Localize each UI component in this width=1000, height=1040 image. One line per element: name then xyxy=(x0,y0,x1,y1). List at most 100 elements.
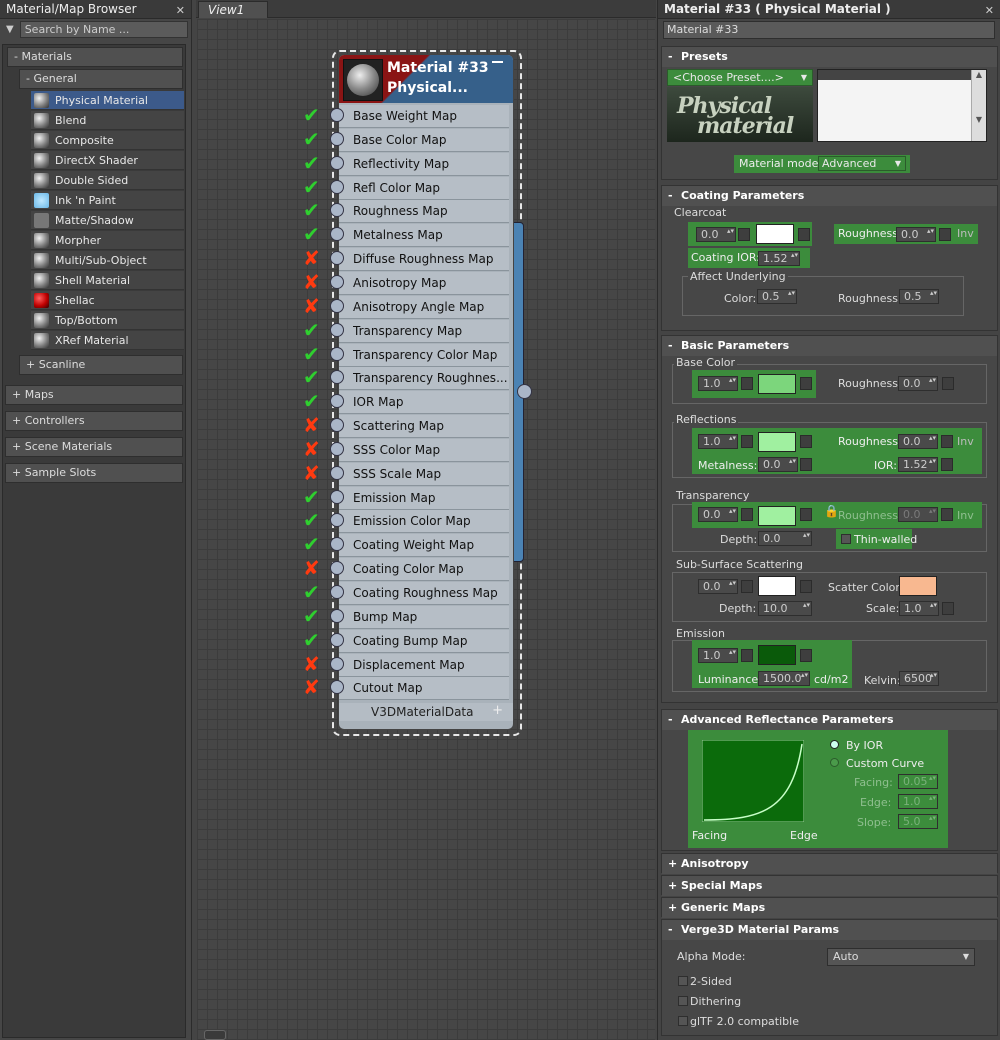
map-button[interactable] xyxy=(941,458,953,471)
material-name-field[interactable]: Material #33 xyxy=(663,21,995,39)
group-materials[interactable]: - Materials xyxy=(7,47,183,67)
refl-inv-toggle[interactable]: Inv xyxy=(957,435,974,448)
input-socket[interactable] xyxy=(330,322,344,337)
input-socket[interactable] xyxy=(330,489,344,504)
node-slot[interactable]: Transparency Roughnes... xyxy=(339,367,509,391)
map-button[interactable] xyxy=(941,435,953,448)
input-socket[interactable] xyxy=(330,274,344,289)
lock-icon[interactable]: 🔒 xyxy=(824,504,839,518)
node-header[interactable]: Material #33 Physical... xyxy=(339,55,513,103)
input-socket[interactable] xyxy=(330,632,344,647)
node-slot[interactable]: IOR Map xyxy=(339,391,509,415)
node-slot[interactable]: Emission Color Map xyxy=(339,510,509,534)
by-ior-radio[interactable] xyxy=(830,740,839,749)
rollout-generic-maps[interactable]: + Generic Maps xyxy=(661,897,998,918)
kelvin-spinner[interactable]: 6500 xyxy=(899,671,939,686)
group-scene-materials[interactable]: + Scene Materials xyxy=(5,437,183,457)
map-button[interactable] xyxy=(798,228,810,241)
sss-depth-spinner[interactable]: 10.0 xyxy=(758,601,812,616)
edge-spinner[interactable]: 1.0 xyxy=(898,794,938,809)
trans-color-swatch[interactable] xyxy=(758,506,796,526)
material-item[interactable]: Composite xyxy=(31,131,184,150)
input-socket[interactable] xyxy=(330,346,344,361)
node-slot[interactable]: Transparency Color Map xyxy=(339,343,509,367)
map-button[interactable] xyxy=(942,602,954,615)
gltf-compatible-checkbox[interactable] xyxy=(678,1016,688,1026)
sss-scale-spinner[interactable]: 1.0 xyxy=(899,601,939,616)
group-controllers[interactable]: + Controllers xyxy=(5,411,183,431)
affect-roughness-spinner[interactable]: 0.5 xyxy=(899,289,939,304)
map-button[interactable] xyxy=(942,377,954,390)
luminance-spinner[interactable]: 1500.0 xyxy=(758,671,810,686)
rollout-header-verge3d[interactable]: - Verge3D Material Params xyxy=(662,920,997,940)
node-slot[interactable]: Metalness Map xyxy=(339,224,509,248)
node-slot[interactable]: Coating Roughness Map xyxy=(339,582,509,605)
node-slot[interactable]: Refl Color Map xyxy=(339,176,509,200)
clearcoat-weight-spinner[interactable]: 0.0 xyxy=(696,227,736,242)
input-socket[interactable] xyxy=(330,131,344,146)
map-button[interactable] xyxy=(800,377,812,390)
slope-spinner[interactable]: 5.0 xyxy=(898,814,938,829)
close-icon[interactable]: ✕ xyxy=(176,2,185,20)
affect-color-spinner[interactable]: 0.5 xyxy=(757,289,797,304)
input-socket[interactable] xyxy=(330,585,344,599)
map-button[interactable] xyxy=(800,649,812,662)
material-item[interactable]: XRef Material xyxy=(31,331,184,350)
close-icon[interactable]: ✕ xyxy=(985,2,994,20)
collapse-icon[interactable] xyxy=(492,61,503,63)
map-button[interactable] xyxy=(800,458,812,471)
map-button[interactable] xyxy=(738,228,750,241)
node-slot[interactable]: Coating Color Map xyxy=(339,558,509,582)
coating-color-swatch[interactable] xyxy=(756,224,794,244)
input-socket[interactable] xyxy=(330,656,344,671)
ior-spinner[interactable]: 1.52 xyxy=(898,457,938,472)
tab-view1[interactable]: View1 xyxy=(198,1,268,18)
node-slot[interactable]: Anisotropy Angle Map xyxy=(339,295,509,319)
material-item[interactable]: Shell Material xyxy=(31,271,184,290)
dropdown-arrow-icon[interactable]: ▼ xyxy=(6,24,14,35)
group-general[interactable]: - General xyxy=(19,69,183,89)
map-button[interactable] xyxy=(741,508,753,521)
refl-weight-spinner[interactable]: 1.0 xyxy=(698,434,738,449)
facing-spinner[interactable]: 0.05 xyxy=(898,774,938,789)
rollout-anisotropy[interactable]: + Anisotropy xyxy=(661,853,998,874)
material-item[interactable]: Physical Material xyxy=(31,91,184,110)
map-button[interactable] xyxy=(800,508,812,521)
input-socket[interactable] xyxy=(330,465,344,480)
node-slot[interactable]: Bump Map xyxy=(339,605,509,629)
map-button[interactable] xyxy=(800,580,812,593)
material-item[interactable]: Blend xyxy=(31,111,184,130)
input-socket[interactable] xyxy=(330,108,344,122)
coating-inv-toggle[interactable]: Inv xyxy=(954,227,976,242)
refl-roughness-spinner[interactable]: 0.0 xyxy=(898,434,938,449)
node-slot[interactable]: SSS Scale Map xyxy=(339,462,509,486)
trans-depth-spinner[interactable]: 0.0 xyxy=(758,531,812,546)
base-weight-spinner[interactable]: 1.0 xyxy=(698,376,738,391)
material-item[interactable]: Top/Bottom xyxy=(31,311,184,330)
rollout-header-presets[interactable]: - Presets xyxy=(662,47,997,67)
preset-preview-list[interactable]: ▲ ▼ xyxy=(817,69,987,142)
coating-ior-spinner[interactable]: 1.52 xyxy=(758,251,800,266)
node-slot[interactable]: Base Color Map xyxy=(339,128,509,152)
sss-weight-spinner[interactable]: 0.0 xyxy=(698,579,738,594)
map-button[interactable] xyxy=(741,649,753,662)
thin-walled-checkbox[interactable] xyxy=(841,534,851,544)
material-item[interactable]: Morpher xyxy=(31,231,184,250)
node-slot[interactable]: SSS Color Map xyxy=(339,438,509,462)
node-slot[interactable]: Reflectivity Map xyxy=(339,152,509,176)
map-button[interactable] xyxy=(939,228,951,241)
map-button[interactable] xyxy=(941,508,953,521)
trans-inv-toggle[interactable]: Inv xyxy=(957,509,974,522)
material-node[interactable]: Material #33 Physical... Base Weight Map… xyxy=(338,54,514,730)
two-sided-checkbox[interactable] xyxy=(678,976,688,986)
dithering-checkbox[interactable] xyxy=(678,996,688,1006)
node-slot[interactable]: Coating Weight Map xyxy=(339,534,509,558)
refl-color-swatch[interactable] xyxy=(758,432,796,452)
node-slot[interactable]: Transparency Map xyxy=(339,319,509,343)
output-socket[interactable] xyxy=(517,384,532,399)
trans-roughness-spinner[interactable]: 0.0 xyxy=(898,507,938,522)
input-socket[interactable] xyxy=(330,298,344,313)
map-button[interactable] xyxy=(741,377,753,390)
navigator-icon[interactable] xyxy=(204,1030,226,1040)
base-color-swatch[interactable] xyxy=(758,374,796,394)
